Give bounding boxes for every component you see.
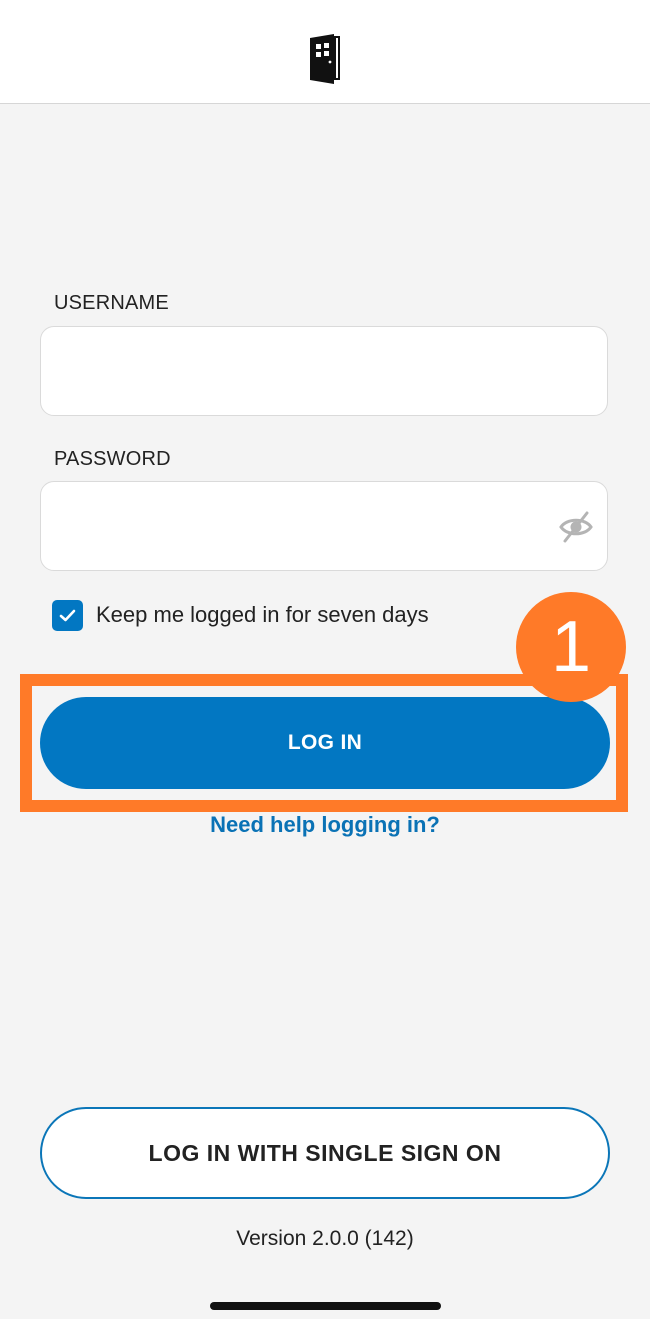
step-badge: 1 — [516, 592, 626, 702]
username-input[interactable] — [41, 327, 541, 415]
door-icon — [310, 34, 340, 84]
username-field[interactable] — [40, 326, 608, 416]
password-label: PASSWORD — [54, 448, 171, 470]
password-input[interactable] — [41, 482, 541, 570]
eye-off-icon[interactable] — [559, 510, 593, 544]
help-link[interactable]: Need help logging in? — [0, 812, 650, 838]
password-field[interactable] — [40, 481, 608, 571]
username-label: USERNAME — [54, 292, 169, 314]
home-indicator — [210, 1302, 441, 1310]
version-text: Version 2.0.0 (142) — [236, 1227, 414, 1250]
keep-logged-in-checkbox[interactable] — [52, 600, 83, 631]
checkmark-icon — [59, 609, 76, 622]
app-header — [0, 0, 650, 104]
sso-login-button[interactable]: LOG IN WITH SINGLE SIGN ON — [40, 1107, 610, 1199]
login-button[interactable]: LOG IN — [40, 697, 610, 789]
keep-logged-in-label: Keep me logged in for seven days — [96, 602, 429, 627]
